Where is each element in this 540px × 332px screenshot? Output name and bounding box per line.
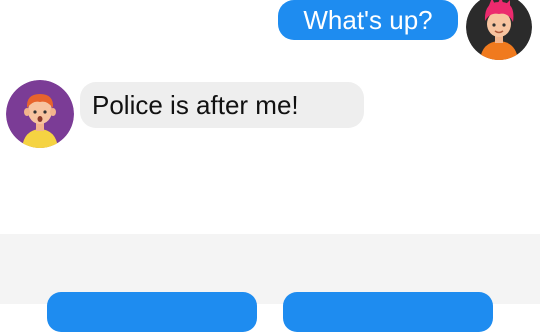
outgoing-message-bubble: What's up?	[278, 0, 458, 40]
user-avatar	[466, 0, 532, 60]
red-haired-person-avatar-icon	[6, 80, 74, 148]
outgoing-message-text: What's up?	[303, 5, 433, 35]
incoming-message-text: Police is after me!	[92, 90, 299, 120]
chat-area: What's up? Police is after me!	[0, 0, 540, 234]
reply-option-button-1[interactable]	[47, 292, 257, 332]
contact-avatar	[6, 80, 74, 148]
reply-options-panel	[0, 234, 540, 332]
pink-haired-person-avatar-icon	[466, 0, 532, 60]
reply-option-button-2[interactable]	[283, 292, 493, 332]
incoming-message-bubble: Police is after me!	[80, 82, 364, 128]
